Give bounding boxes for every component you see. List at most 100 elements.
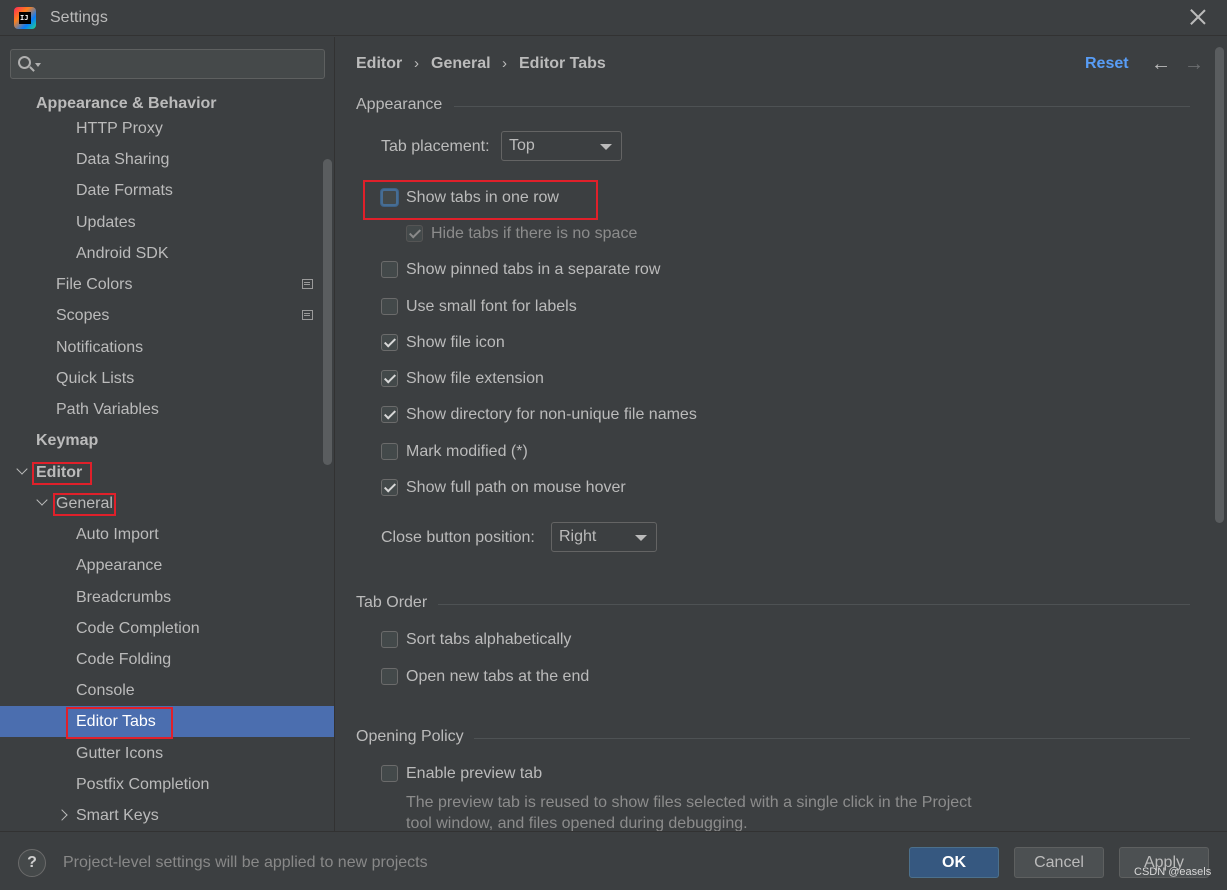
tree-item-label: Gutter Icons [76,745,164,762]
tree-item-console[interactable]: Console [0,675,334,706]
checkbox-label: Sort tabs alphabetically [406,631,572,648]
section-title-appearance: Appearance [356,96,443,113]
tree-item-label: Date Formats [76,182,173,199]
back-arrow-icon[interactable]: ← [1151,54,1171,74]
checkbox-pinned-tabs-separate-row[interactable] [381,261,398,278]
tree-item-label: Appearance [76,557,163,574]
tree-item-gutter-icons[interactable]: Gutter Icons [0,738,334,769]
chevron-down-icon[interactable] [16,463,28,475]
ok-button[interactable]: OK [909,847,999,878]
checkbox-enable-preview-tab[interactable] [381,765,398,782]
tree-item-date-formats[interactable]: Date Formats [0,175,334,206]
checkbox-label: Open new tabs at the end [406,668,590,685]
settings-tree-panel: Appearance & Behavior HTTP Proxy Data Sh… [0,37,335,831]
checkbox-label: Show directory for non-unique file names [406,406,697,423]
checkbox-show-directory[interactable] [381,406,398,423]
section-title-tab-order: Tab Order [356,594,428,611]
checkbox-label: Show pinned tabs in a separate row [406,261,661,278]
checkbox-show-file-icon[interactable] [381,334,398,351]
tab-placement-value: Top [509,137,535,154]
project-level-icon [302,310,313,320]
tree-item-scopes[interactable]: Scopes [0,300,334,331]
tree-item-file-colors[interactable]: File Colors [0,269,334,300]
tree-item-auto-import[interactable]: Auto Import [0,519,334,550]
checkbox-label: Show file extension [406,370,544,387]
tree-item-smart-keys[interactable]: Smart Keys [0,800,334,831]
checkbox-show-file-extension[interactable] [381,370,398,387]
tree-item-label: Console [76,682,135,699]
title-bar: IJ Settings [0,0,1227,36]
tree-scrollbar[interactable] [323,159,332,465]
close-button-position-label: Close button position: [381,529,535,546]
tree-item-breadcrumbs[interactable]: Breadcrumbs [0,582,334,613]
tree-item-label: Android SDK [76,245,169,262]
checkbox-mark-modified[interactable] [381,443,398,460]
checkbox-small-font-labels[interactable] [381,298,398,315]
help-icon[interactable]: ? [18,849,46,877]
tree-item-label: Notifications [56,339,144,356]
tree-item-label: Postfix Completion [76,776,210,793]
tree-item-editor[interactable]: Editor [0,457,334,488]
checkbox-label: Hide tabs if there is no space [431,225,638,242]
tree-item-label: Data Sharing [76,151,170,168]
tree-item-keymap[interactable]: Keymap [0,425,334,456]
section-divider [438,604,1190,605]
checkbox-label: Use small font for labels [406,298,577,315]
search-input[interactable] [10,49,325,79]
breadcrumb-separator: › [502,55,507,72]
window-title: Settings [50,9,108,26]
tree-item-label: Path Variables [56,401,159,418]
close-button-position-select[interactable]: Right [551,522,657,552]
cancel-button[interactable]: Cancel [1014,847,1104,878]
tree-item-updates[interactable]: Updates [0,207,334,238]
checkbox-show-tabs-one-row[interactable] [381,189,398,206]
breadcrumb-general: General [431,55,491,72]
tree-item-label: Code Folding [76,651,172,668]
checkbox-sort-alphabetically[interactable] [381,631,398,648]
forward-arrow-icon[interactable]: → [1184,54,1204,74]
tree-item-appearance[interactable]: Appearance [0,550,334,581]
section-divider [454,106,1190,107]
breadcrumb-editor: Editor [356,55,403,72]
tab-placement-label: Tab placement: [381,138,490,155]
tree-item-label: Editor Tabs [76,713,156,730]
tree-item-label: General [56,495,113,512]
checkbox-label: Mark modified (*) [406,443,528,460]
tree-item-quick-lists[interactable]: Quick Lists [0,363,334,394]
search-options-caret-icon[interactable] [35,63,41,67]
tree-item-http-proxy[interactable]: HTTP Proxy [0,113,334,144]
tree-item-code-folding[interactable]: Code Folding [0,644,334,675]
chevron-down-icon[interactable] [36,494,48,506]
tree-item-general[interactable]: General [0,488,334,519]
tree-item-label: HTTP Proxy [76,120,163,137]
reset-link[interactable]: Reset [1085,55,1129,73]
checkbox-show-full-path[interactable] [381,479,398,496]
tree-item-label: Editor [36,464,83,481]
tree-item-label: Updates [76,214,136,231]
tree-item-code-completion[interactable]: Code Completion [0,613,334,644]
checkbox-label: Show full path on mouse hover [406,479,626,496]
tree-item-data-sharing[interactable]: Data Sharing [0,144,334,175]
tree-item-android-sdk[interactable]: Android SDK [0,238,334,269]
logo-text: IJ [19,12,31,24]
section-divider [474,738,1190,739]
checkbox-label: Show tabs in one row [406,189,559,206]
tree-item-notifications[interactable]: Notifications [0,332,334,363]
tree-item-path-variables[interactable]: Path Variables [0,394,334,425]
preview-tab-note-line: tool window, and files opened during deb… [406,815,748,831]
close-icon[interactable] [1189,8,1207,26]
tree-item-label: Auto Import [76,526,159,543]
tree-item-editor-tabs[interactable]: Editor Tabs [0,706,334,737]
chevron-right-icon[interactable] [56,809,68,821]
tree-item-label: Breadcrumbs [76,589,172,606]
tree-item-label: Scopes [56,307,110,324]
tree-item-postfix-completion[interactable]: Postfix Completion [0,769,334,800]
checkbox-hide-tabs-no-space[interactable] [406,225,423,242]
tab-placement-select[interactable]: Top [501,131,622,161]
watermark: CSDN @easels [1134,866,1212,878]
content-scrollbar[interactable] [1215,47,1224,523]
tree-item-label: Keymap [36,432,99,449]
checkbox-open-new-tabs-end[interactable] [381,668,398,685]
section-title-opening-policy: Opening Policy [356,728,464,745]
dropdown-arrow-icon [600,144,612,150]
